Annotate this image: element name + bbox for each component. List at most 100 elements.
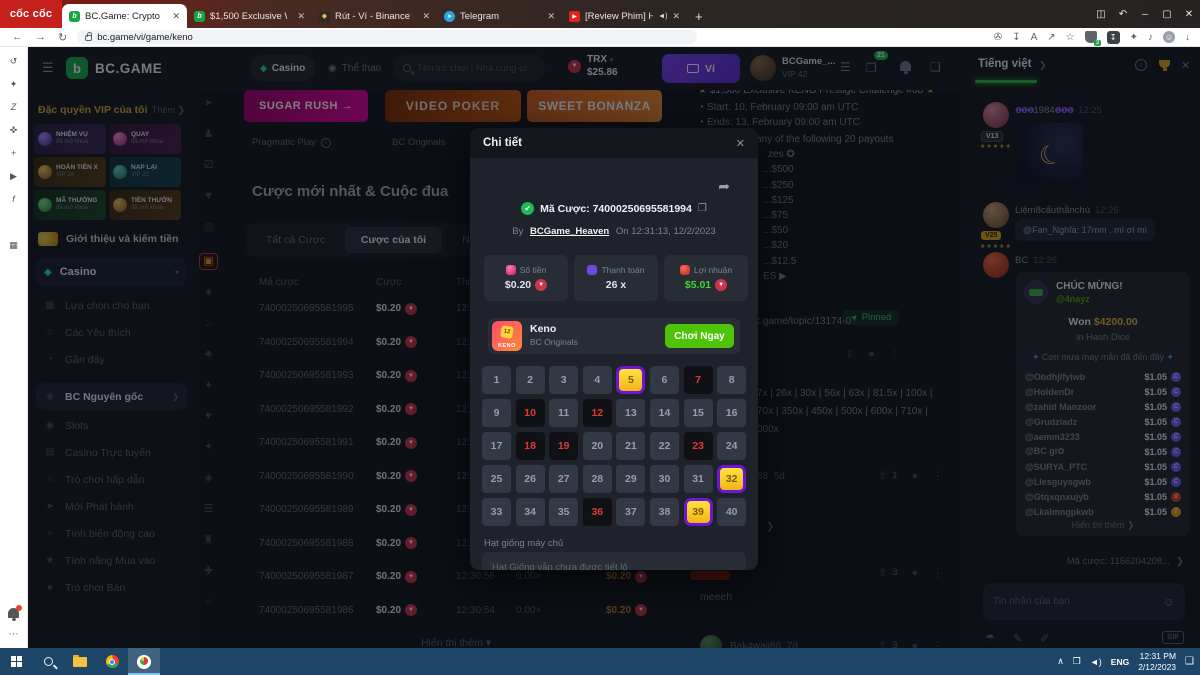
chrome-icon [106, 655, 119, 668]
window-controls: ◫ ↶ – ▢ ✕ [1090, 0, 1200, 28]
browser-tab[interactable]: ◆ Rút - Ví - Binance ✕ [312, 4, 437, 28]
keno-cell: 29 [616, 465, 645, 493]
rail-icon[interactable]: ↺ [6, 53, 22, 69]
game-provider: BC Originals [530, 337, 578, 347]
keno-cell: 14 [650, 399, 679, 427]
file-explorer-button[interactable] [64, 648, 96, 675]
browser-tab[interactable]: b $1,500 Exclusive Weekend Ke ✕ [187, 4, 312, 28]
rail-icon[interactable]: ✦ [6, 76, 22, 92]
extension-icon[interactable]: ✦ [1130, 32, 1138, 43]
keno-cell: 10 [516, 399, 545, 427]
translate-icon[interactable]: A [1031, 32, 1038, 43]
keno-cell: 5 [616, 366, 645, 394]
tab-close-icon[interactable]: ✕ [672, 11, 680, 22]
maximize-button[interactable]: ▢ [1156, 9, 1178, 20]
bet-by-row: By BCGame_Heaven On 12:31:13, 12/2/2023 [470, 226, 758, 237]
rail-bottom: ⋯ [6, 608, 22, 648]
tab-favicon: b [69, 11, 80, 22]
adblock-badge: 3 [1094, 40, 1100, 46]
downloads-arrow-icon[interactable]: ↓ [1185, 32, 1190, 43]
modal-close-icon[interactable]: ✕ [736, 137, 745, 150]
rail-icon[interactable]: f [6, 191, 22, 207]
keno-cell: 6 [650, 366, 679, 394]
keno-cell: 30 [650, 465, 679, 493]
play-now-button[interactable]: Chơi Ngay [665, 324, 734, 348]
music-extension-icon[interactable]: ♪ [1148, 32, 1153, 43]
keno-cell: 1 [482, 366, 511, 394]
tab-undo-icon[interactable]: ↶ [1112, 9, 1134, 20]
keno-cell: 32 [717, 465, 746, 493]
piggy-icon [506, 265, 516, 275]
rail-icon[interactable]: Z [6, 99, 22, 115]
keno-cell: 2 [516, 366, 545, 394]
server-seed-label: Hạt giống máy chủ [484, 538, 563, 549]
tab-title: [Review Phim] HÀO QUA [585, 11, 653, 22]
bookmark-star-icon[interactable]: ☆ [1066, 32, 1075, 43]
keno-cell: 39 [684, 498, 713, 526]
tab-close-icon[interactable]: ✕ [422, 11, 430, 22]
keno-cell: 8 [717, 366, 746, 394]
keno-cell: 3 [549, 366, 578, 394]
forward-icon[interactable]: → [35, 31, 46, 43]
browser-tab[interactable]: ▶ [Review Phim] HÀO QUA ◄) ✕ [562, 4, 687, 28]
network-icon[interactable]: ❐ [1073, 656, 1081, 667]
notifications-bell-icon[interactable] [8, 608, 19, 618]
new-tab-button[interactable]: + [695, 9, 703, 24]
share-icon[interactable]: ↗ [1047, 32, 1055, 43]
keno-cell: 40 [717, 498, 746, 526]
keno-game-icon: 12 KENO [492, 321, 522, 351]
chrome-button[interactable] [96, 648, 128, 675]
coccoc-button[interactable] [128, 648, 160, 675]
tab-close-icon[interactable]: ✕ [172, 11, 180, 22]
rail-icon[interactable]: ▶ [6, 168, 22, 184]
bet-id-row: ✔ Mã Cược: 74000250695581994 ❐ [470, 202, 758, 215]
rail-icon[interactable] [6, 214, 22, 230]
keno-cell: 23 [684, 432, 713, 460]
keno-cell: 24 [717, 432, 746, 460]
keno-cell: 9 [482, 399, 511, 427]
rail-icon[interactable]: ✜ [6, 122, 22, 138]
close-button[interactable]: ✕ [1178, 9, 1200, 20]
adblock-shield-icon[interactable]: 3 [1085, 31, 1097, 43]
tab-title: Telegram [460, 11, 537, 22]
player-link[interactable]: BCGame_Heaven [530, 226, 609, 237]
lock-icon [85, 35, 92, 41]
copy-icon[interactable]: ❐ [698, 203, 707, 214]
browser-tab[interactable]: ➤ Telegram ✕ [437, 4, 562, 28]
tab-search-icon[interactable]: ◫ [1090, 9, 1112, 20]
taskbar-clock[interactable]: 12:31 PM 2/12/2023 [1138, 651, 1176, 672]
minimize-button[interactable]: – [1134, 9, 1156, 20]
windows-taskbar: ∧ ❐ ◄) ENG 12:31 PM 2/12/2023 ❏ [0, 648, 1200, 675]
keno-cell: 25 [482, 465, 511, 493]
share-icon[interactable]: ➦ [718, 178, 730, 195]
bc-game-page: ☰ b BC.GAME ◆ Casino ◉ Thể thao ▼ TRX ▾ [28, 47, 1200, 648]
save-page-icon[interactable]: ↧ [1012, 32, 1020, 43]
tab-close-icon[interactable]: ✕ [547, 11, 555, 22]
keyboard-language[interactable]: ENG [1111, 657, 1129, 667]
modal-header: Chi tiết ✕ [470, 128, 758, 158]
bet-datetime: 12:31:13, 12/2/2023 [631, 226, 716, 237]
modal-title: Chi tiết [483, 137, 522, 149]
url-field[interactable]: bc.game/vi/game/keno [77, 30, 697, 44]
stat-amount: Số tiền $0.20▼ [484, 255, 568, 301]
bet-detail-modal: Chi tiết ✕ ➦ ✔ Mã Cược: 7400025069558199… [470, 128, 758, 570]
keno-cell: 34 [516, 498, 545, 526]
volume-icon[interactable]: ◄) [1090, 657, 1102, 667]
keno-cell: 19 [549, 432, 578, 460]
verified-check-icon: ✔ [521, 202, 534, 215]
profile-icon[interactable]: ☺ [1163, 31, 1175, 43]
start-button[interactable] [0, 648, 32, 675]
taskbar-search[interactable] [32, 648, 64, 675]
download-manager-icon[interactable]: ↧ [1107, 31, 1120, 44]
rail-icon[interactable]: ▦ [6, 237, 22, 253]
more-icon[interactable]: ⋯ [6, 626, 22, 642]
tab-close-icon[interactable]: ✕ [297, 11, 305, 22]
rail-icon[interactable]: + [6, 145, 22, 161]
keno-cell: 36 [583, 498, 612, 526]
action-center-icon[interactable]: ❏ [1185, 656, 1194, 667]
reload-icon[interactable]: ↻ [58, 31, 67, 44]
key-icon[interactable]: ✇ [994, 32, 1002, 43]
back-icon[interactable]: ← [12, 31, 23, 43]
tray-expand-icon[interactable]: ∧ [1057, 656, 1064, 667]
browser-tab[interactable]: b BC.Game: Crypto Casino Gam ✕ [62, 4, 187, 28]
